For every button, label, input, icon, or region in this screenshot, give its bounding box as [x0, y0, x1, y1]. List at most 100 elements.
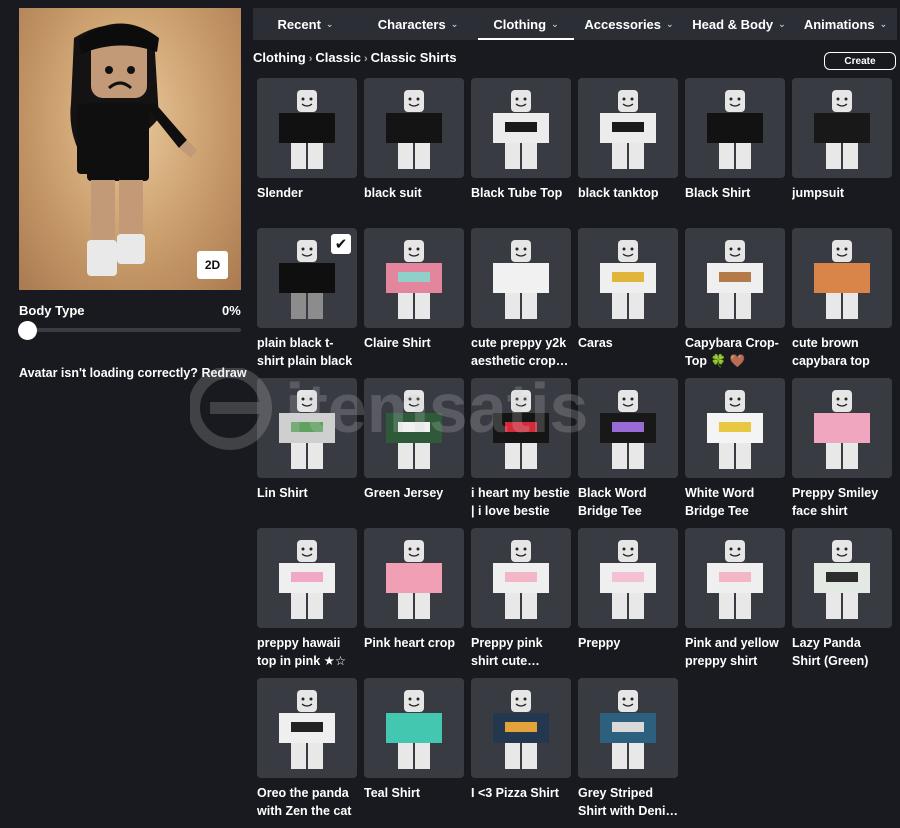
- body-type-label: Body Type: [19, 303, 85, 318]
- avatar-mannequin-icon: [600, 690, 656, 769]
- shirt-item[interactable]: Lazy Panda Shirt (Green): [792, 528, 892, 678]
- shirt-item[interactable]: i heart my bestie | i love bestie: [471, 378, 571, 528]
- shirt-thumbnail[interactable]: [685, 78, 785, 178]
- shirt-thumbnail[interactable]: [364, 228, 464, 328]
- avatar-figure: [70, 23, 197, 276]
- shirt-thumbnail[interactable]: [792, 78, 892, 178]
- shirt-item[interactable]: Grey Striped Shirt with Denim jacket: [578, 678, 678, 828]
- shirt-thumbnail[interactable]: [685, 228, 785, 328]
- shirt-thumbnail[interactable]: [792, 528, 892, 628]
- shirt-item[interactable]: Teal Shirt: [364, 678, 464, 828]
- shirt-item[interactable]: Black Word Bridge Tee: [578, 378, 678, 528]
- shirt-item[interactable]: I <3 Pizza Shirt: [471, 678, 571, 828]
- shirt-item[interactable]: Caras: [578, 228, 678, 378]
- shirt-item-name: Preppy Smiley face shirt: [792, 486, 879, 518]
- shirt-item[interactable]: Slender: [257, 78, 357, 228]
- shirt-thumbnail[interactable]: [578, 528, 678, 628]
- toggle-2d-button[interactable]: 2D: [197, 251, 228, 279]
- shirt-thumbnail[interactable]: [257, 528, 357, 628]
- avatar-preview[interactable]: 2D: [19, 8, 241, 290]
- shirt-item-name: Slender: [257, 186, 303, 200]
- shirt-thumbnail[interactable]: [685, 378, 785, 478]
- avatar-mannequin-icon: [600, 390, 656, 469]
- shirt-item-name: Oreo the panda with Zen the cat: [257, 786, 352, 818]
- avatar-mannequin-icon: [707, 540, 763, 619]
- shirt-thumbnail[interactable]: [685, 528, 785, 628]
- shirt-item[interactable]: cute preppy y2k aesthetic crop top: [471, 228, 571, 378]
- create-button[interactable]: Create: [824, 52, 896, 70]
- item-grid: Slender black suit Black Tube Top black …: [257, 78, 897, 828]
- shirt-item[interactable]: Claire Shirt: [364, 228, 464, 378]
- body-type-slider-thumb[interactable]: [18, 321, 37, 340]
- breadcrumb-item-classic[interactable]: Classic: [315, 50, 361, 65]
- avatar-mannequin-icon: [493, 390, 549, 469]
- shirt-item[interactable]: Capybara Crop-Top 🍀 🤎: [685, 228, 785, 378]
- shirt-item[interactable]: Preppy pink shirt cute vintage girl: [471, 528, 571, 678]
- shirt-item[interactable]: White Word Bridge Tee: [685, 378, 785, 528]
- avatar-mannequin-icon: [814, 390, 870, 469]
- shirt-item-name: black tanktop: [578, 186, 659, 200]
- shirt-thumbnail[interactable]: [792, 378, 892, 478]
- shirt-item[interactable]: black suit: [364, 78, 464, 228]
- shirt-item[interactable]: Preppy: [578, 528, 678, 678]
- shirt-item[interactable]: black tanktop: [578, 78, 678, 228]
- shirt-thumbnail[interactable]: [578, 78, 678, 178]
- shirt-thumbnail[interactable]: [471, 678, 571, 778]
- chevron-down-icon: ⌄: [666, 18, 674, 29]
- shirt-item[interactable]: Pink and yellow preppy shirt: [685, 528, 785, 678]
- shirt-item[interactable]: Lin Shirt: [257, 378, 357, 528]
- shirt-item-name: I <3 Pizza Shirt: [471, 786, 559, 800]
- shirt-item[interactable]: preppy hawaii top in pink ★☆: [257, 528, 357, 678]
- shirt-item[interactable]: ✔ plain black t-shirt plain black: [257, 228, 357, 378]
- tab-characters[interactable]: Characters ⌄: [358, 8, 478, 40]
- shirt-thumbnail[interactable]: [792, 228, 892, 328]
- shirt-thumbnail[interactable]: [471, 78, 571, 178]
- shirt-item[interactable]: jumpsuit: [792, 78, 892, 228]
- shirt-thumbnail[interactable]: [364, 528, 464, 628]
- shirt-thumbnail[interactable]: [257, 378, 357, 478]
- shirt-thumbnail[interactable]: [578, 678, 678, 778]
- tab-accessories[interactable]: Accessories ⌄: [574, 8, 684, 40]
- tab-label: Clothing: [493, 16, 547, 32]
- avatar-mannequin-icon: [493, 540, 549, 619]
- avatar-mannequin-icon: [279, 690, 335, 769]
- body-type-slider-track[interactable]: [19, 328, 241, 332]
- shirt-item[interactable]: Black Tube Top: [471, 78, 571, 228]
- shirt-thumbnail[interactable]: ✔: [257, 228, 357, 328]
- shirt-thumbnail[interactable]: [471, 378, 571, 478]
- tab-recent[interactable]: Recent ⌄: [253, 8, 358, 40]
- breadcrumb-item-clothing[interactable]: Clothing: [253, 50, 306, 65]
- shirt-item-name: black suit: [364, 186, 422, 200]
- shirt-thumbnail[interactable]: [578, 228, 678, 328]
- shirt-thumbnail[interactable]: [471, 228, 571, 328]
- shirt-item[interactable]: Pink heart crop: [364, 528, 464, 678]
- shirt-item[interactable]: Green Jersey: [364, 378, 464, 528]
- shirt-item-name: Lin Shirt: [257, 486, 308, 500]
- shirt-item-name: Preppy pink shirt cute vintage girl: [471, 636, 543, 668]
- shirt-item[interactable]: Oreo the panda with Zen the cat: [257, 678, 357, 828]
- avatar-mannequin-icon: [279, 540, 335, 619]
- avatar-mannequin-icon: [814, 540, 870, 619]
- checkmark-icon: ✔: [331, 234, 351, 254]
- breadcrumb: Clothing › Classic › Classic Shirts: [253, 50, 457, 65]
- shirt-item-name: Pink and yellow preppy shirt: [685, 636, 779, 668]
- shirt-item-name: White Word Bridge Tee: [685, 486, 755, 518]
- tab-animations[interactable]: Animations ⌄: [794, 8, 897, 40]
- shirt-thumbnail[interactable]: [364, 378, 464, 478]
- shirt-thumbnail[interactable]: [257, 678, 357, 778]
- tab-clothing[interactable]: Clothing ⌄: [478, 8, 574, 40]
- tab-head-body[interactable]: Head & Body ⌄: [684, 8, 794, 40]
- shirt-thumbnail[interactable]: [578, 378, 678, 478]
- shirt-thumbnail[interactable]: [257, 78, 357, 178]
- shirt-item[interactable]: cute brown capybara top: [792, 228, 892, 378]
- redraw-link[interactable]: Redraw: [201, 366, 246, 380]
- avatar-mannequin-icon: [600, 90, 656, 169]
- shirt-item[interactable]: Black Shirt: [685, 78, 785, 228]
- shirt-item-name: Black Tube Top: [471, 186, 563, 200]
- shirt-item[interactable]: Preppy Smiley face shirt: [792, 378, 892, 528]
- shirt-item-name: Pink heart crop: [364, 636, 455, 650]
- shirt-thumbnail[interactable]: [364, 678, 464, 778]
- avatar-mannequin-icon: [707, 390, 763, 469]
- shirt-thumbnail[interactable]: [364, 78, 464, 178]
- shirt-thumbnail[interactable]: [471, 528, 571, 628]
